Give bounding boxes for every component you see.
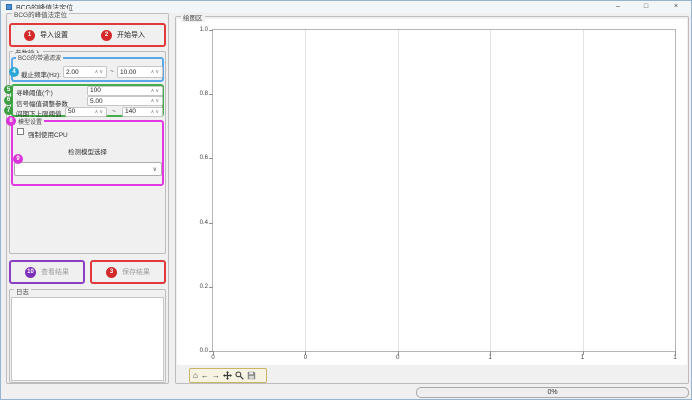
y-tick (209, 351, 213, 352)
force-cpu-label: 强制使用CPU (28, 129, 68, 139)
y-tick-label: 0.2 (200, 284, 208, 290)
import-settings-button[interactable]: 1 导入设置 (13, 28, 79, 42)
gridline (398, 30, 399, 351)
gridline (583, 30, 584, 351)
start-import-button[interactable]: 2 开始导入 (87, 28, 159, 42)
spinner-up-down-icon[interactable]: ∧∨ (151, 69, 160, 75)
step-badge-1: 1 (24, 30, 35, 41)
save-results-button[interactable]: 3 保存结果 (92, 264, 164, 280)
model-select-combobox[interactable]: ∨ (14, 162, 162, 176)
cutoff-frequency-label: 截止频率(Hz): (21, 69, 61, 79)
cutoff-high-value: 10.00 (120, 69, 136, 76)
step-badge-7: 7 (4, 106, 13, 115)
model-select-label: 检测模型选择 (11, 146, 164, 156)
x-tick-label: 0 (396, 355, 399, 361)
interval-low-spinbox[interactable]: 50 ∧∨ (65, 107, 107, 117)
y-tick-label: 0.4 (200, 220, 208, 226)
x-tick-label: 1 (581, 355, 584, 361)
view-results-button[interactable]: 10 查看结果 (11, 264, 83, 280)
spinner-up-down-icon[interactable]: ∧∨ (95, 69, 104, 75)
peak-threshold-value: 100 (90, 87, 101, 94)
step-badge-6: 6 (4, 96, 13, 105)
amplitude-param-label: 信号幅值调整参数 (16, 98, 68, 108)
gridline (490, 30, 491, 351)
maximize-button[interactable]: □ (633, 1, 659, 13)
step-badge-2: 2 (101, 30, 112, 41)
y-tick-label: 0.6 (200, 155, 208, 161)
step-badge-4: 4 (9, 67, 19, 77)
progress-text: 0% (547, 389, 557, 396)
pan-icon[interactable] (223, 371, 232, 380)
x-tick-label: 1 (673, 355, 676, 361)
minimize-button[interactable]: – (605, 1, 631, 13)
import-settings-label: 导入设置 (40, 30, 68, 40)
left-panel-group-title: BCG的峰值法定位 (12, 9, 69, 19)
y-tick-label: 0.8 (200, 91, 208, 97)
interval-low-value: 50 (68, 108, 75, 115)
bandpass-group-title: BCG的带通滤波 (16, 53, 63, 62)
x-tick-label: 0 (304, 355, 307, 361)
y-tick (209, 94, 213, 95)
x-tick-label: 1 (489, 355, 492, 361)
close-button[interactable]: × (661, 1, 691, 13)
view-results-label: 查看结果 (41, 267, 69, 277)
interval-range-separator: ~ (112, 108, 116, 115)
save-icon[interactable] (247, 371, 256, 380)
cutoff-high-spinbox[interactable]: 10.00 ∧∨ (117, 66, 163, 78)
y-tick (209, 158, 213, 159)
step-badge-3: 3 (106, 267, 117, 278)
peak-threshold-label: 寻峰阈值(个) (16, 87, 53, 97)
cutoff-low-spinbox[interactable]: 2.00 ∧∨ (63, 66, 107, 78)
gridline (305, 30, 306, 351)
spinner-up-down-icon[interactable]: ∧∨ (151, 98, 160, 104)
interval-high-spinbox[interactable]: 140 ∧∨ (122, 107, 163, 117)
plot-toolbar: ⌂ ← → (189, 368, 267, 383)
progress-bar: 0% (416, 387, 689, 398)
force-cpu-checkbox[interactable] (17, 128, 24, 135)
peak-threshold-spinbox[interactable]: 100 ∧∨ (87, 86, 163, 96)
model-settings-title: 模型设置 (16, 117, 44, 126)
step-badge-5: 5 (4, 85, 13, 94)
interval-high-value: 140 (125, 108, 136, 115)
y-tick-label: 0.0 (200, 348, 208, 354)
zoom-icon[interactable] (235, 371, 244, 380)
step-badge-8: 8 (6, 116, 16, 126)
title-bar: BCG的峰值法定位 – □ × (1, 1, 692, 13)
amplitude-param-spinbox[interactable]: 5.00 ∧∨ (87, 96, 163, 106)
home-icon[interactable]: ⌂ (193, 372, 198, 380)
cutoff-low-value: 2.00 (66, 69, 79, 76)
spinner-up-down-icon[interactable]: ∧∨ (151, 88, 160, 94)
log-list[interactable] (11, 297, 164, 381)
x-tick-label: 0 (211, 355, 214, 361)
plot-panel-title: 绘图区 (181, 12, 205, 22)
amplitude-param-value: 5.00 (90, 98, 103, 105)
y-tick (209, 223, 213, 224)
y-tick-label: 1.0 (200, 27, 208, 33)
application-window: BCG的峰值法定位 – □ × BCG的峰值法定位 1 导入设置 2 开始导入 … (0, 0, 692, 400)
save-results-label: 保存结果 (122, 267, 150, 277)
plot-axes[interactable]: 0 0 0 1 1 1 1.0 0.8 0.6 0.4 0.2 0.0 (212, 29, 676, 352)
y-tick (209, 287, 213, 288)
cutoff-range-separator: ~ (110, 68, 114, 75)
start-import-label: 开始导入 (117, 30, 145, 40)
spinner-up-down-icon[interactable]: ∧∨ (95, 109, 104, 115)
step-badge-9: 9 (13, 154, 23, 164)
log-group-title: 日志 (14, 286, 31, 296)
chevron-down-icon: ∨ (153, 166, 157, 173)
step-badge-10: 10 (25, 267, 36, 278)
forward-icon[interactable]: → (212, 372, 220, 380)
back-icon[interactable]: ← (201, 372, 209, 380)
y-tick (209, 30, 213, 31)
spinner-up-down-icon[interactable]: ∧∨ (151, 109, 160, 115)
